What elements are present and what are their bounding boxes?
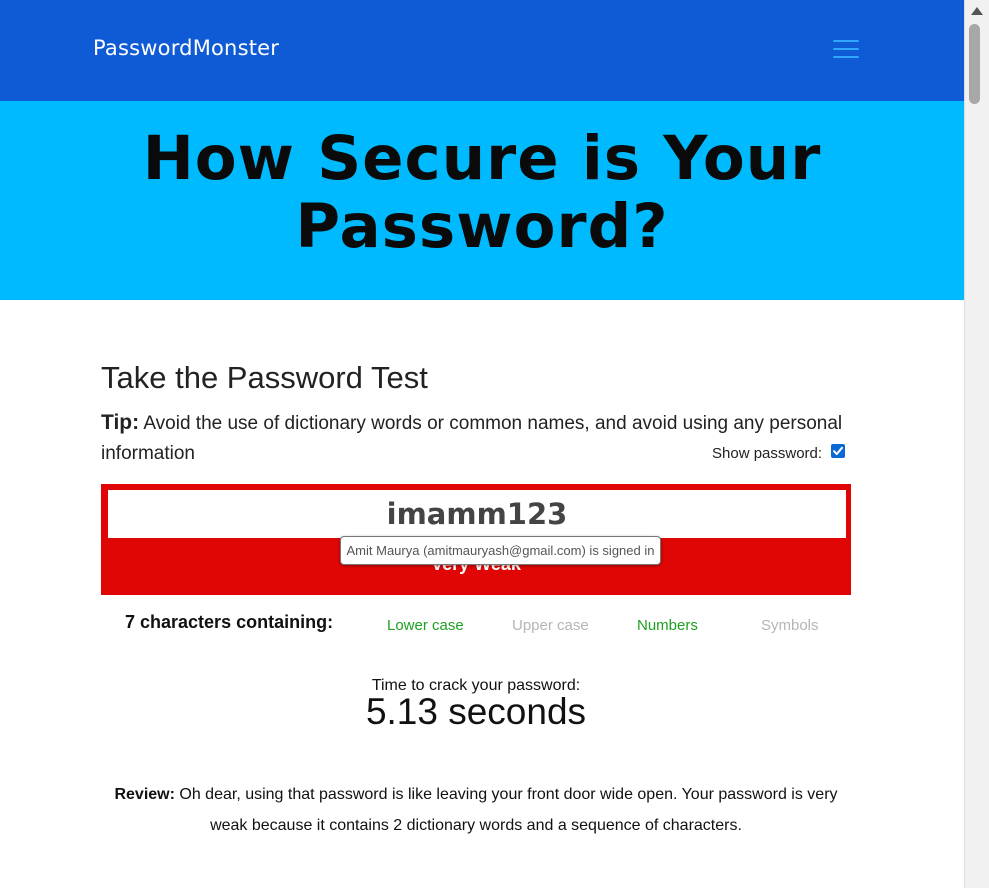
checkmark-icon [833,446,843,455]
navbar: PasswordMonster [0,0,964,101]
show-password-label: Show password: [712,445,823,462]
tip-label: Tip: [101,411,140,434]
hero-banner: How Secure is Your Password? [0,101,964,300]
vertical-scrollbar[interactable] [964,0,989,888]
review-text: Review: Oh dear, using that password is … [111,779,841,841]
brand-logo[interactable]: PasswordMonster [93,36,279,60]
hero-title: How Secure is Your Password? [142,123,822,262]
symbols-indicator: Symbols [761,617,819,634]
scroll-up-arrow-icon[interactable] [965,2,989,20]
show-password-checkbox[interactable] [831,444,845,458]
upper-case-indicator: Upper case [512,617,589,634]
crack-time-value: 5.13 seconds [365,691,587,732]
lower-case-indicator: Lower case [387,617,464,634]
section-title: Take the Password Test [101,360,428,395]
character-summary: 7 characters containing: [125,612,334,632]
password-input[interactable] [108,490,846,538]
numbers-indicator: Numbers [637,617,698,634]
review-label: Review: [114,786,175,803]
page: PasswordMonster How Secure is Your Passw… [0,0,964,888]
autofill-tooltip: Amit Maurya (amitmauryash@gmail.com) is … [340,536,661,565]
hamburger-menu-icon[interactable] [833,39,859,59]
scrollbar-thumb[interactable] [969,24,980,104]
review-body: Oh dear, using that password is like lea… [174,786,838,834]
